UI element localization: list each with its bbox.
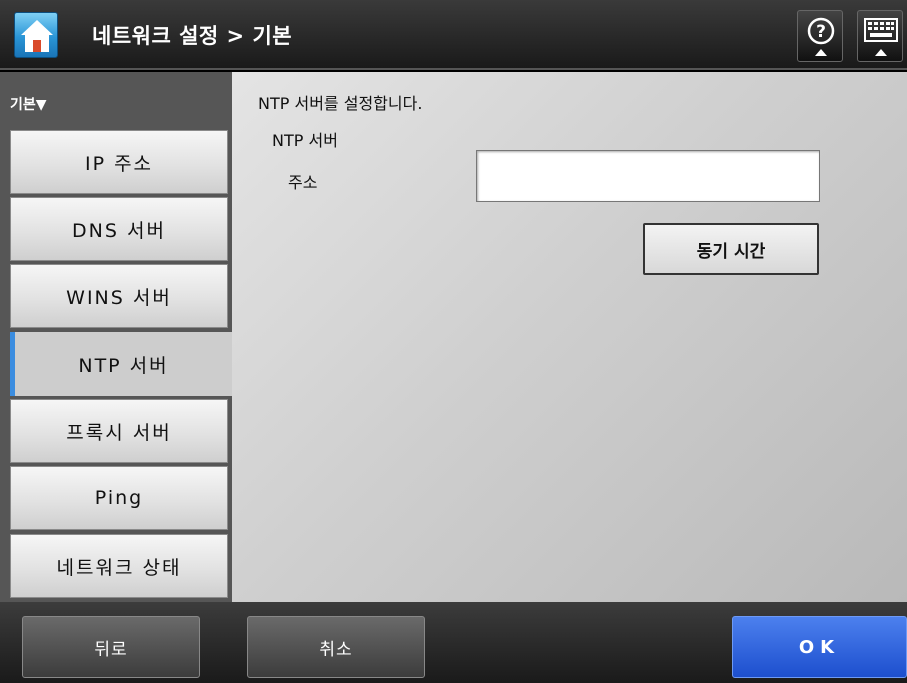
page-description: NTP 서버를 설정합니다. <box>258 94 423 113</box>
ntp-server-section-label: NTP 서버 <box>272 131 338 150</box>
page-title: 네트워크 설정 > 기본 <box>92 24 293 48</box>
help-button[interactable]: ? <box>797 10 843 62</box>
address-label: 주소 <box>288 173 318 192</box>
ntp-address-input[interactable] <box>476 150 820 202</box>
sidebar-item-dns-server[interactable]: DNS 서버 <box>10 197 228 261</box>
home-button[interactable] <box>14 12 58 58</box>
header-bar: 네트워크 설정 > 기본 ? <box>0 0 907 70</box>
sidebar-item-proxy-server[interactable]: 프록시 서버 <box>10 399 228 463</box>
ok-button[interactable]: OK <box>732 616 907 678</box>
sidebar: 기본▼ IP 주소 DNS 서버 WINS 서버 NTP 서버 프록시 서버 P… <box>0 72 232 602</box>
sidebar-item-ping[interactable]: Ping <box>10 466 228 530</box>
svg-text:?: ? <box>816 22 826 42</box>
cancel-button[interactable]: 취소 <box>247 616 425 678</box>
sidebar-item-wins-server[interactable]: WINS 서버 <box>10 264 228 328</box>
sync-time-button[interactable]: 동기 시간 <box>643 223 819 275</box>
sidebar-item-ntp-server[interactable]: NTP 서버 <box>10 332 232 396</box>
main-panel: NTP 서버를 설정합니다. NTP 서버 주소 동기 시간 <box>232 72 907 602</box>
home-icon <box>21 20 53 52</box>
keyboard-button[interactable] <box>857 10 903 62</box>
sidebar-item-network-status[interactable]: 네트워크 상태 <box>10 534 228 598</box>
help-icon: ? <box>807 17 835 56</box>
footer-bar: 뒤로 취소 OK <box>0 602 907 683</box>
sidebar-item-ip-address[interactable]: IP 주소 <box>10 130 228 194</box>
keyboard-icon <box>864 18 898 56</box>
back-button[interactable]: 뒤로 <box>22 616 200 678</box>
sidebar-heading[interactable]: 기본▼ <box>10 94 47 114</box>
